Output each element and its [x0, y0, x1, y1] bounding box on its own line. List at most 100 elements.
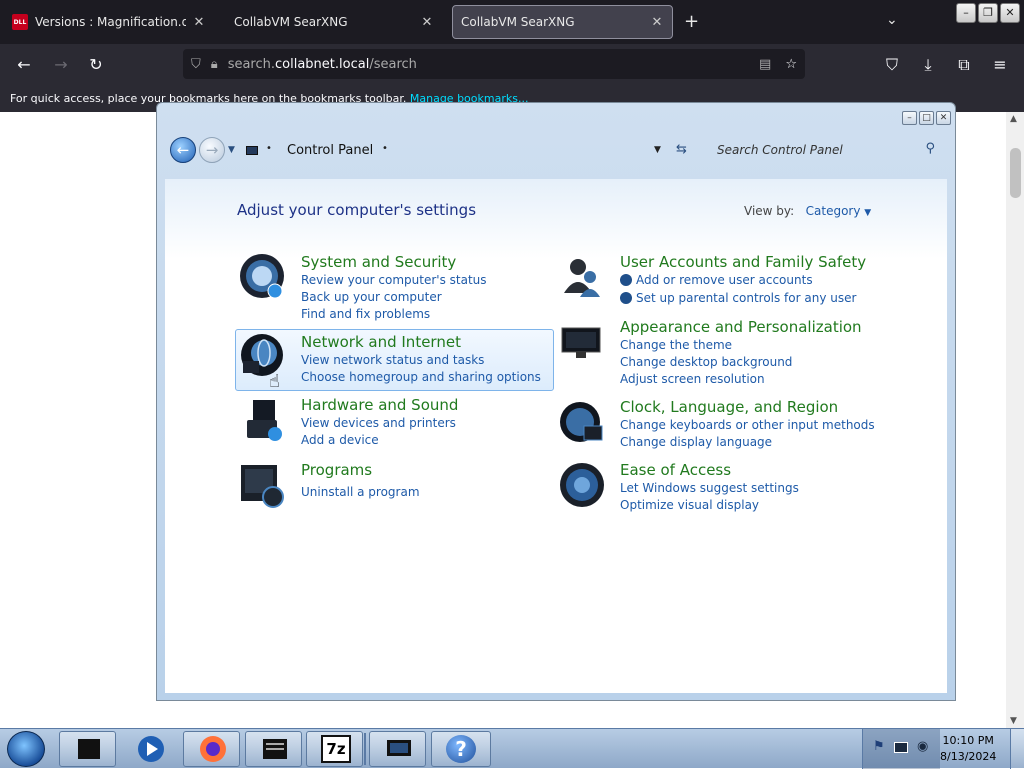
taskbar-display[interactable] [369, 731, 426, 767]
taskbar-firefox[interactable] [183, 731, 240, 767]
category-link[interactable]: View network status and tasks [301, 353, 484, 367]
shield-icon[interactable]: ⛉ [191, 57, 201, 72]
category-link[interactable]: Change the theme [620, 338, 732, 352]
new-tab-icon[interactable]: + [684, 11, 699, 32]
volume-tray-icon[interactable]: ◉ [917, 739, 928, 754]
breadcrumb-separator-icon[interactable]: • [382, 143, 388, 154]
view-by-dropdown[interactable]: Category [806, 204, 861, 218]
network-tray-icon[interactable] [894, 742, 908, 753]
category-name[interactable]: Ease of Access [620, 461, 731, 479]
close-tab-icon[interactable]: ✕ [192, 15, 206, 30]
category-link[interactable]: Change desktop background [620, 355, 792, 369]
category-name[interactable]: Appearance and Personalization [620, 318, 862, 336]
monitor-icon[interactable] [558, 318, 606, 366]
restore-window-button[interactable]: ❐ [978, 3, 998, 23]
category-name[interactable]: System and Security [301, 253, 456, 271]
scroll-up-arrow-icon[interactable]: ▲ [1010, 114, 1017, 124]
search-placeholder: Search Control Panel [717, 143, 843, 157]
category-link[interactable]: Let Windows suggest settings [620, 481, 799, 495]
taskbar-clock[interactable]: 10:10 PM 8/13/2024 [940, 733, 996, 765]
reader-view-icon[interactable]: ▤ [759, 57, 771, 72]
help-icon: ? [446, 735, 476, 763]
category-link[interactable]: View devices and printers [301, 416, 456, 430]
windows-taskbar: 7z ? ⚑ ◉ 10:10 PM 8/13/2024 [0, 728, 1024, 769]
insecure-lock-icon[interactable]: 🔒︎ [211, 57, 218, 72]
page-scrollbar[interactable]: ▲ ▼ [1006, 112, 1024, 728]
start-button[interactable] [7, 731, 45, 767]
view-by-chevron-icon[interactable]: ▼ [864, 208, 871, 218]
tab-collabvm-searxng-2[interactable]: CollabVM SearXNG ✕ [452, 5, 673, 39]
cp-close-button[interactable]: ✕ [936, 111, 951, 125]
category-name[interactable]: Hardware and Sound [301, 396, 458, 414]
category-link[interactable]: Change keyboards or other input methods [620, 418, 875, 432]
taskbar-separator [364, 733, 366, 765]
reload-icon[interactable]: ↻ [86, 55, 106, 74]
category-link[interactable]: Adjust screen resolution [620, 372, 765, 386]
taskbar-7zip[interactable]: 7z [306, 731, 363, 767]
cp-maximize-button[interactable]: □ [919, 111, 934, 125]
downloads-icon[interactable]: ⤓ [918, 55, 938, 75]
category-link[interactable]: Review your computer's status [301, 273, 487, 287]
scrollbar-thumb[interactable] [1010, 148, 1021, 198]
refresh-icon[interactable]: ⇆ [676, 142, 687, 157]
tab-magnification-dll[interactable]: DLL Versions : Magnification.dll : Fil ✕ [4, 5, 214, 39]
recent-pages-chevron-icon[interactable]: ▼ [228, 145, 235, 155]
category-link[interactable]: Back up your computer [301, 290, 442, 304]
action-center-flag-icon[interactable]: ⚑ [873, 739, 885, 754]
browser-tab-bar: DLL Versions : Magnification.dll : Fil ✕… [0, 0, 1024, 44]
category-name[interactable]: User Accounts and Family Safety [620, 253, 866, 271]
show-desktop-button[interactable] [1010, 729, 1024, 769]
category-link[interactable]: Change display language [620, 435, 772, 449]
printer-speaker-icon[interactable] [239, 396, 287, 444]
close-tab-icon[interactable]: ✕ [420, 15, 434, 30]
shield-globe-icon[interactable] [239, 253, 287, 301]
7zip-icon: 7z [321, 735, 351, 763]
cp-forward-button[interactable]: → [199, 137, 225, 163]
control-panel-window: – □ ✕ ← → ▼ • Control Panel • ▼ ⇆ Search… [156, 102, 956, 701]
breadcrumb-separator-icon[interactable]: • [266, 143, 272, 154]
address-dropdown-icon[interactable]: ▼ [654, 145, 661, 155]
taskbar-command-prompt[interactable] [245, 731, 302, 767]
category-link[interactable]: Uninstall a program [301, 485, 420, 499]
globe-clock-icon[interactable] [558, 398, 606, 446]
category-name[interactable]: Clock, Language, and Region [620, 398, 838, 416]
clock-date: 8/13/2024 [940, 750, 997, 763]
bookmark-star-icon[interactable]: ☆ [785, 57, 797, 72]
programs-disc-icon[interactable] [239, 461, 287, 509]
pocket-icon[interactable]: ⛉ [882, 55, 902, 75]
taskbar-media-player[interactable] [121, 731, 178, 767]
forward-arrow-icon[interactable]: → [51, 55, 71, 74]
scroll-down-arrow-icon[interactable]: ▼ [1010, 716, 1017, 726]
url-bar[interactable]: ⛉ 🔒︎ search. collabnet.local/search ▤ ☆ [183, 49, 805, 79]
list-tabs-chevron-icon[interactable]: ⌄ [886, 12, 898, 28]
taskbar-control-panel[interactable] [59, 731, 116, 767]
view-by-selector: View by: Category ▼ [744, 204, 871, 218]
taskbar-help[interactable]: ? [431, 731, 491, 767]
minimize-window-button[interactable]: – [956, 3, 976, 23]
control-panel-address-bar: ← → ▼ • Control Panel • ▼ ⇆ Search Contr… [166, 133, 948, 173]
control-panel-search-input[interactable]: Search Control Panel ⚲ [711, 137, 941, 163]
search-icon[interactable]: ⚲ [925, 141, 935, 156]
dll-favicon-icon: DLL [12, 14, 28, 30]
hamburger-menu-icon[interactable]: ≡ [990, 55, 1010, 74]
breadcrumb-control-panel[interactable]: Control Panel [287, 143, 373, 158]
category-link[interactable]: Add a device [301, 433, 379, 447]
category-name[interactable]: Network and Internet [301, 333, 461, 351]
category-link[interactable]: Add or remove user accounts [620, 273, 813, 287]
category-link[interactable]: Choose homegroup and sharing options [301, 370, 541, 384]
users-icon[interactable] [558, 253, 606, 301]
cp-minimize-button[interactable]: – [902, 111, 917, 125]
category-link[interactable]: Set up parental controls for any user [620, 291, 856, 305]
extensions-icon[interactable]: ⧉ [954, 55, 974, 75]
control-panel-icon [78, 739, 100, 759]
category-link[interactable]: Optimize visual display [620, 498, 759, 512]
tab-title: CollabVM SearXNG [234, 15, 348, 29]
ease-of-access-icon[interactable] [558, 461, 606, 509]
category-name[interactable]: Programs [301, 461, 372, 479]
close-tab-icon[interactable]: ✕ [650, 15, 664, 30]
cp-back-button[interactable]: ← [170, 137, 196, 163]
back-arrow-icon[interactable]: ← [14, 55, 34, 74]
close-window-button[interactable]: ✕ [1000, 3, 1020, 23]
tab-collabvm-searxng-1[interactable]: CollabVM SearXNG ✕ [226, 5, 442, 39]
category-link[interactable]: Find and fix problems [301, 307, 430, 321]
